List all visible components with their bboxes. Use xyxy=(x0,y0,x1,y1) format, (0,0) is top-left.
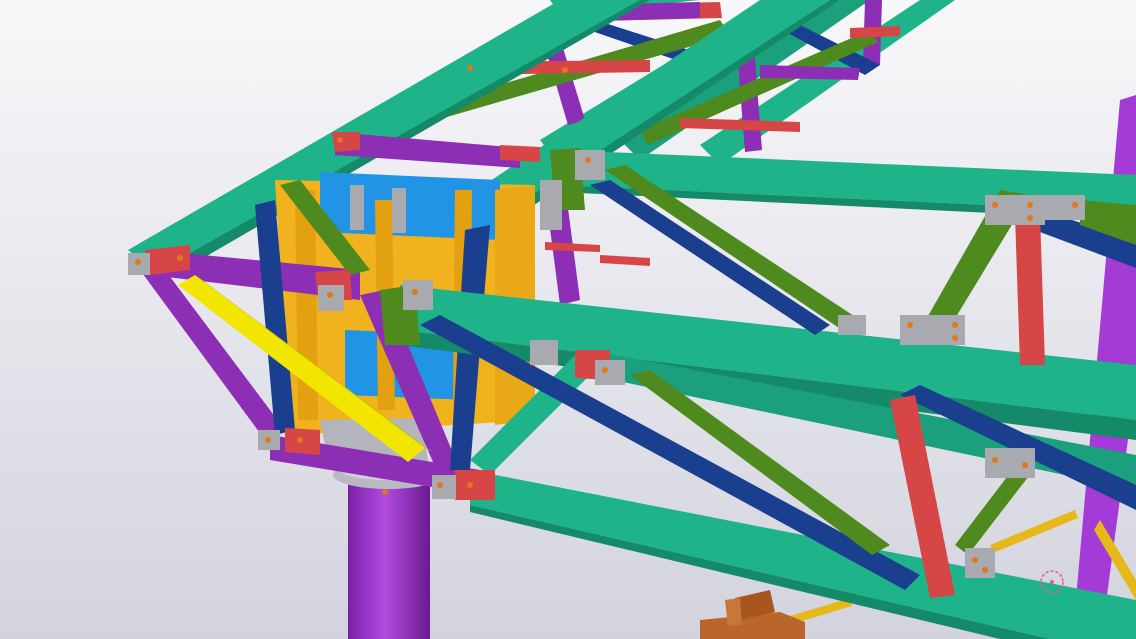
gusset-plate xyxy=(985,448,1035,478)
bolt xyxy=(952,322,958,328)
gusset-plate xyxy=(530,340,558,365)
3d-model-viewport[interactable] xyxy=(0,0,1136,639)
bolt xyxy=(437,482,443,488)
bolt xyxy=(412,289,418,295)
bolt xyxy=(562,67,568,73)
bolt xyxy=(135,259,141,265)
bolt xyxy=(952,335,958,341)
bolt xyxy=(972,557,978,563)
bolt xyxy=(382,489,388,495)
gusset-plate xyxy=(540,180,562,230)
bolt xyxy=(177,255,183,261)
gray-stiffener-2 xyxy=(392,188,406,233)
bolt xyxy=(327,292,333,298)
bolt xyxy=(467,65,473,71)
bolt xyxy=(265,437,271,443)
red-vertical-right xyxy=(1015,215,1045,365)
bolt xyxy=(467,482,473,488)
bolt xyxy=(1027,215,1033,221)
gray-stiffener-1 xyxy=(350,185,364,230)
steel-structure-render[interactable] xyxy=(0,0,1136,639)
bolt xyxy=(585,157,591,163)
red-beam-back-1 xyxy=(500,145,540,162)
bolt xyxy=(907,322,913,328)
gusset-plate xyxy=(595,360,625,385)
gusset-plate xyxy=(318,285,344,311)
column-shaft xyxy=(348,480,430,639)
red-node-left xyxy=(145,245,190,275)
gusset-plate xyxy=(575,150,605,180)
bolt xyxy=(337,137,343,143)
bolt xyxy=(1027,202,1033,208)
gusset-plate xyxy=(985,195,1045,225)
bolt xyxy=(1022,462,1028,468)
bolt xyxy=(1072,202,1078,208)
timber-block-side xyxy=(725,598,742,626)
red-node-top xyxy=(332,132,360,152)
bolt xyxy=(297,437,303,443)
bolt xyxy=(602,367,608,373)
gusset-plate xyxy=(965,548,995,578)
gusset-plate xyxy=(432,475,456,499)
bolt xyxy=(992,202,998,208)
gusset-plate xyxy=(838,315,866,335)
gusset-plate xyxy=(403,280,433,310)
gusset-plate xyxy=(1045,195,1085,220)
upper-red-beam-3 xyxy=(850,26,900,38)
bolt xyxy=(992,457,998,463)
bolt xyxy=(982,567,988,573)
red-node-bottom-right xyxy=(455,470,495,500)
